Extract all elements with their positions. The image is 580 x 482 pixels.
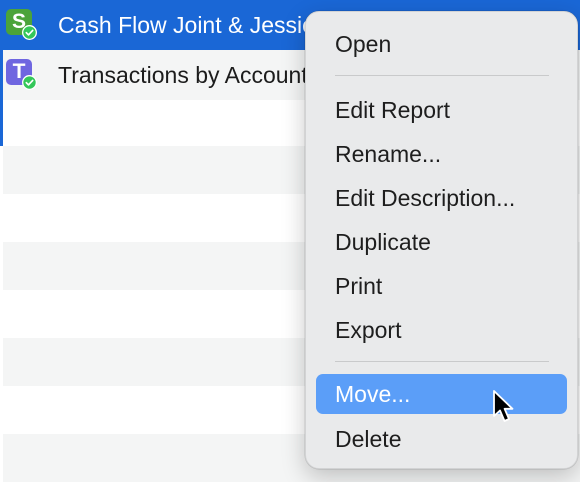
menu-item-edit-report[interactable]: Edit Report: [316, 90, 567, 130]
menu-item-rename[interactable]: Rename...: [316, 134, 567, 174]
file-name: Transactions by Account: [58, 62, 308, 88]
menu-item-move[interactable]: Move...: [316, 374, 567, 414]
menu-item-delete[interactable]: Delete: [316, 419, 567, 459]
menu-item-export[interactable]: Export: [316, 310, 567, 350]
menu-separator: [335, 75, 549, 76]
synced-check-icon: [22, 25, 37, 40]
menu-separator: [335, 361, 549, 362]
menu-item-print[interactable]: Print: [316, 266, 567, 306]
transactions-icon: T: [6, 59, 37, 90]
menu-item-open[interactable]: Open: [316, 24, 567, 64]
menu-item-duplicate[interactable]: Duplicate: [316, 222, 567, 262]
context-menu: Open Edit Report Rename... Edit Descript…: [305, 11, 578, 469]
synced-check-icon: [22, 75, 37, 90]
menu-item-edit-description[interactable]: Edit Description...: [316, 178, 567, 218]
mouse-pointer-icon: [493, 390, 514, 422]
spreadsheet-icon: S: [6, 9, 37, 40]
file-name: Cash Flow Joint & Jessica: [58, 12, 327, 38]
